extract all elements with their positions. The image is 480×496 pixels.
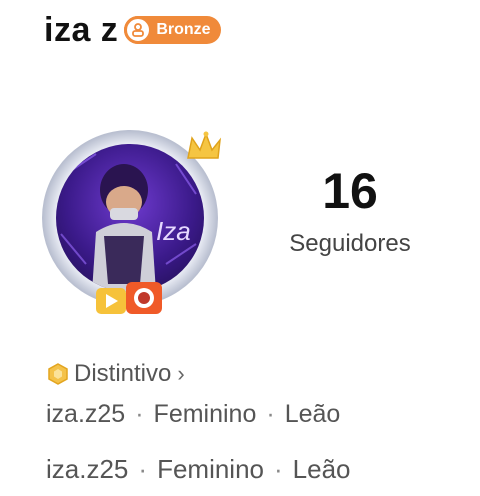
chevron-right-icon: ›: [177, 361, 185, 386]
badges-link[interactable]: Distintivo ›: [46, 360, 185, 388]
bronze-badge-icon: [124, 16, 153, 44]
avatar[interactable]: Iza: [36, 124, 236, 324]
profile-name: iza z: [44, 10, 119, 49]
profile-zodiac: Leão: [292, 454, 351, 484]
level-badge[interactable]: Bronze: [124, 16, 221, 44]
profile-gender: Feminino: [153, 400, 257, 428]
separator: ·: [266, 400, 275, 428]
followers-label: Seguidores: [289, 230, 411, 257]
separator: ·: [274, 454, 283, 484]
followers-stat[interactable]: 16 Seguidores: [280, 166, 420, 258]
level-badge-label: Bronze: [156, 21, 211, 38]
avatar-image: Iza: [56, 144, 204, 292]
separator: ·: [135, 400, 144, 428]
avatar-text: Iza: [156, 216, 191, 246]
followers-count: 16: [322, 163, 378, 219]
profile-gender: Feminino: [157, 454, 264, 484]
profile-handle: iza.z25: [46, 400, 126, 428]
profile-handle: iza.z25: [46, 454, 129, 484]
separator: ·: [138, 454, 148, 484]
profile-info-line: iza.z25 · Feminino · Leão: [46, 400, 340, 429]
profile-info-line: iza.z25 · Feminino · Leão: [46, 454, 351, 485]
badges-link-label: Distintivo: [74, 360, 172, 387]
profile-zodiac: Leão: [284, 400, 341, 428]
media-decoration: [92, 274, 172, 329]
crown-icon: [184, 128, 224, 173]
hexagon-badge-icon: [46, 362, 70, 386]
profile-header: iza z Bronze: [44, 10, 221, 50]
